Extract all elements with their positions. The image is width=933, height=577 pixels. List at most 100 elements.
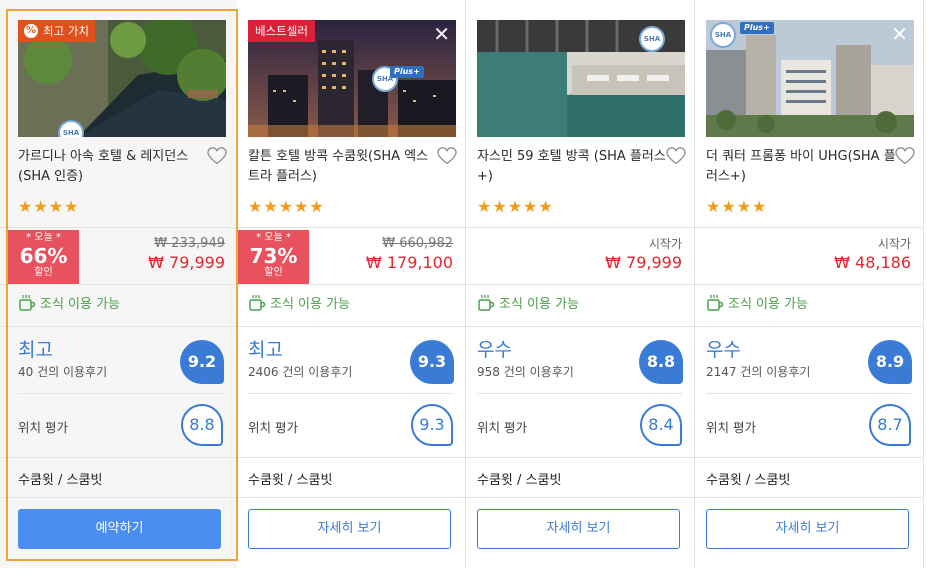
hotel-card[interactable]: SHA 자스민 59 호텔 방콕 (SHA 플러스+) ★★★★★ 시작가 ₩ … xyxy=(466,0,695,568)
review-count[interactable]: 958 건의 이용후기 xyxy=(477,364,574,380)
hotel-card-list: % 최고 가치 SHA 가르디나 아속 호텔 & 레지던스 (SHA 인증) ★… xyxy=(0,0,933,577)
divider xyxy=(695,326,923,327)
hotel-photo[interactable]: 베스트셀러 ✕ SHA Plus+ xyxy=(248,20,456,137)
tag-icon: % xyxy=(24,24,38,38)
current-price: ₩ 79,999 xyxy=(148,253,225,272)
breakfast-label: 조식 이용 가능 xyxy=(728,297,809,312)
divider xyxy=(0,457,237,458)
divider xyxy=(695,457,923,458)
hotel-photo[interactable]: SHA Plus+ ✕ xyxy=(706,20,914,137)
divider xyxy=(477,393,682,394)
star-rating: ★★★★★ xyxy=(248,197,325,216)
review-count[interactable]: 40 건의 이용후기 xyxy=(18,364,107,380)
coffee-cup-icon xyxy=(478,294,495,311)
divider xyxy=(695,497,923,498)
location-score: 8.4 xyxy=(640,404,682,446)
review-score: 9.2 xyxy=(180,340,224,384)
breakfast-info: 조식 이용 가능 xyxy=(18,293,120,312)
location-rating-label: 위치 평가 xyxy=(248,420,298,435)
view-details-button[interactable]: 자세히 보기 xyxy=(706,509,909,549)
divider xyxy=(466,326,694,327)
review-score: 8.9 xyxy=(868,340,912,384)
coffee-cup-icon xyxy=(19,294,36,311)
star-rating: ★★★★ xyxy=(706,197,768,216)
hotel-name[interactable]: 자스민 59 호텔 방콕 (SHA 플러스+) xyxy=(477,147,667,187)
hotel-area: 수쿰윗 / 스쿰빗 xyxy=(477,473,562,488)
hotel-name[interactable]: 가르디나 아속 호텔 & 레지던스 (SHA 인증) xyxy=(18,147,208,187)
divider xyxy=(0,284,237,285)
breakfast-label: 조식 이용 가능 xyxy=(270,297,351,312)
divider xyxy=(18,393,225,394)
location-score: 8.7 xyxy=(869,404,911,446)
current-price: ₩ 79,999 xyxy=(605,253,682,272)
location-score: 8.8 xyxy=(181,404,223,446)
hotel-photo[interactable]: % 최고 가치 SHA xyxy=(18,20,226,137)
divider xyxy=(466,284,694,285)
favorite-heart-icon[interactable] xyxy=(207,147,227,165)
hotel-area: 수쿰윗 / 스쿰빗 xyxy=(248,473,333,488)
location-rating-label: 위치 평가 xyxy=(18,420,68,435)
star-rating: ★★★★★ xyxy=(477,197,554,216)
star-rating: ★★★★ xyxy=(18,197,80,216)
divider xyxy=(237,326,465,327)
breakfast-label: 조식 이용 가능 xyxy=(40,297,121,312)
hotel-area: 수쿰윗 / 스쿰빗 xyxy=(18,473,103,488)
divider xyxy=(237,227,465,228)
discount-percent: 66% xyxy=(19,244,68,268)
coffee-cup-icon xyxy=(249,294,266,311)
badge-label: 최고 가치 xyxy=(43,24,89,38)
hotel-name[interactable]: 칼튼 호텔 방콕 수쿰윗(SHA 엑스트라 플러스) xyxy=(248,147,438,187)
review-rating-word: 우수 xyxy=(477,339,512,361)
discount-off-label: 할인 xyxy=(264,267,283,278)
location-rating-label: 위치 평가 xyxy=(477,420,527,435)
view-details-button[interactable]: 자세히 보기 xyxy=(477,509,680,549)
divider xyxy=(466,457,694,458)
review-rating-word: 우수 xyxy=(706,339,741,361)
close-icon[interactable]: ✕ xyxy=(891,24,908,44)
review-rating-word: 최고 xyxy=(18,339,53,361)
review-count[interactable]: 2406 건의 이용후기 xyxy=(248,364,352,380)
sha-plus-icon: Plus+ xyxy=(740,22,774,34)
favorite-heart-icon[interactable] xyxy=(666,147,686,165)
divider xyxy=(237,497,465,498)
original-price: ₩ 660,982 xyxy=(382,236,453,251)
original-price: ₩ 233,949 xyxy=(154,236,225,251)
divider xyxy=(695,227,923,228)
view-details-button[interactable]: 자세히 보기 xyxy=(248,509,451,549)
price-box: ₩ 660,982 ₩ 179,100 xyxy=(366,236,453,274)
hotel-area: 수쿰윗 / 스쿰빗 xyxy=(706,473,791,488)
divider xyxy=(466,227,694,228)
divider xyxy=(237,457,465,458)
price-from-label: 시작가 xyxy=(648,237,682,251)
hotel-photo[interactable]: SHA xyxy=(477,20,685,137)
sha-plus-icon: Plus+ xyxy=(390,66,424,78)
favorite-heart-icon[interactable] xyxy=(895,147,915,165)
bestseller-badge: 베스트셀러 xyxy=(248,20,315,42)
divider xyxy=(248,393,453,394)
review-rating-word: 최고 xyxy=(248,339,283,361)
current-price: ₩ 179,100 xyxy=(365,253,453,272)
location-rating-label: 위치 평가 xyxy=(706,420,756,435)
breakfast-info: 조식 이용 가능 xyxy=(477,293,579,312)
hotel-card[interactable]: % 최고 가치 SHA 가르디나 아속 호텔 & 레지던스 (SHA 인증) ★… xyxy=(0,0,237,568)
coffee-cup-icon xyxy=(707,294,724,311)
divider xyxy=(695,284,923,285)
discount-off-label: 할인 xyxy=(34,267,53,278)
sha-certificate-icon: SHA xyxy=(639,26,665,52)
breakfast-info: 조식 이용 가능 xyxy=(248,293,350,312)
discount-percent: 73% xyxy=(249,244,298,268)
hotel-card[interactable]: 베스트셀러 ✕ SHA Plus+ 칼튼 호텔 방콕 수쿰윗(SHA 엑스트라 … xyxy=(237,0,466,568)
hotel-card[interactable]: SHA Plus+ ✕ 더 쿼터 프롬퐁 바이 UHG(SHA 플러스+) ★★… xyxy=(695,0,924,568)
hotel-name[interactable]: 더 쿼터 프롬퐁 바이 UHG(SHA 플러스+) xyxy=(706,147,896,187)
divider xyxy=(466,497,694,498)
close-icon[interactable]: ✕ xyxy=(433,24,450,44)
favorite-heart-icon[interactable] xyxy=(437,147,457,165)
review-count[interactable]: 2147 건의 이용후기 xyxy=(706,364,810,380)
location-score: 9.3 xyxy=(411,404,453,446)
discount-today-label: * 오늘 * xyxy=(256,232,291,243)
price-box: 시작가 ₩ 48,186 xyxy=(834,236,911,274)
review-score: 8.8 xyxy=(639,340,683,384)
breakfast-label: 조식 이용 가능 xyxy=(499,297,580,312)
sha-certificate-icon: SHA xyxy=(710,22,736,48)
book-button[interactable]: 예약하기 xyxy=(18,509,221,549)
